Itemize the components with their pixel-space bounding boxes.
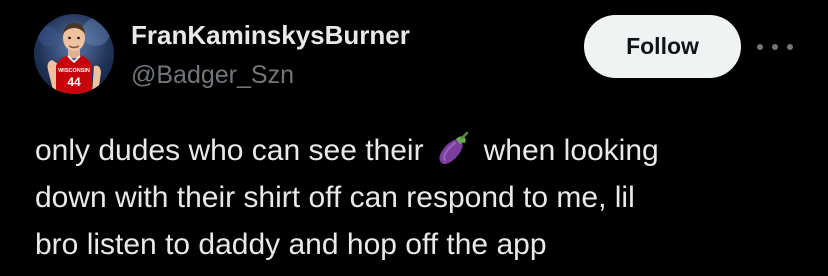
basketball-player-avatar-icon: WISCONSIN 44 <box>38 18 110 94</box>
more-dot <box>757 44 763 50</box>
more-dot <box>772 44 778 50</box>
display-name[interactable]: FranKaminskysBurner <box>131 18 410 52</box>
eggplant-emoji-icon <box>434 131 472 169</box>
tweet-card: WISCONSIN 44 FranKaminskysBurner @Badger… <box>0 0 828 276</box>
svg-text:WISCONSIN: WISCONSIN <box>58 68 90 74</box>
tweet-text-segment: only dudes who can see their <box>35 134 424 167</box>
avatar[interactable]: WISCONSIN 44 <box>34 14 114 94</box>
tweet-line-3: bro listen to daddy and hop off the app <box>35 228 547 261</box>
tweet-text: only dudes who can see their when lookin… <box>35 127 805 268</box>
tweet-line-2: down with their shirt off can respond to… <box>35 181 635 214</box>
more-horizontal-icon[interactable] <box>757 38 793 56</box>
tweet-text-segment: when looking <box>483 134 659 167</box>
tweet-line-1: only dudes who can see their when lookin… <box>35 127 805 174</box>
user-handle[interactable]: @Badger_Szn <box>131 59 294 91</box>
svg-text:44: 44 <box>67 75 81 89</box>
follow-button[interactable]: Follow <box>584 15 741 78</box>
more-dot <box>787 44 793 50</box>
